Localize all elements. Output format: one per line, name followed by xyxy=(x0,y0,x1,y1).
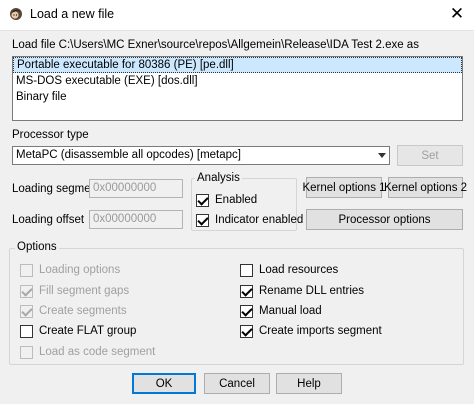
window-title: Load a new file xyxy=(30,7,115,21)
checkbox-checked-icon xyxy=(240,284,253,298)
checkbox-unchecked-icon xyxy=(20,345,33,359)
loading-offset-field[interactable]: 0x00000000 xyxy=(89,210,183,229)
load-as-code-segment-label: Load as code segment xyxy=(39,346,156,358)
create-imports-segment-checkbox[interactable]: Create imports segment xyxy=(240,323,382,339)
cancel-button[interactable]: Cancel xyxy=(204,373,270,394)
load-resources-label: Load resources xyxy=(259,264,339,276)
processor-options-button[interactable]: Processor options xyxy=(306,209,463,230)
loading-options-label: Loading options xyxy=(39,264,121,276)
loading-segment-label: Loading segment xyxy=(12,183,101,195)
manual-load-label: Manual load xyxy=(259,305,322,317)
loading-segment-field[interactable]: 0x00000000 xyxy=(89,179,183,198)
checkbox-checked-icon xyxy=(196,213,209,227)
checkbox-checked-icon xyxy=(20,284,33,298)
load-file-label: Load file C:\Users\MC Exner\source\repos… xyxy=(12,39,419,51)
checkbox-checked-icon xyxy=(240,304,253,318)
processor-type-label: Processor type xyxy=(12,129,89,141)
close-icon[interactable]: ✕ xyxy=(446,3,468,25)
checkbox-checked-icon xyxy=(240,324,253,338)
loading-options-checkbox[interactable]: Loading options xyxy=(20,262,120,278)
loading-offset-label: Loading offset xyxy=(12,214,85,226)
set-button[interactable]: Set xyxy=(397,145,463,166)
kernel-options-2-button[interactable]: Kernel options 2 xyxy=(384,177,467,198)
ok-button[interactable]: OK xyxy=(132,373,196,394)
file-format-list[interactable]: Portable executable for 80386 (PE) [pe.d… xyxy=(12,56,463,121)
options-title: Options xyxy=(15,241,59,253)
analysis-enabled-checkbox[interactable]: Enabled xyxy=(196,192,257,208)
manual-load-checkbox[interactable]: Manual load xyxy=(240,303,322,319)
analysis-title: Analysis xyxy=(195,172,242,184)
checkbox-unchecked-icon xyxy=(240,263,253,277)
create-imports-segment-label: Create imports segment xyxy=(259,325,382,337)
processor-type-select[interactable]: MetaPC (disassemble all opcodes) [metapc… xyxy=(12,146,390,165)
chevron-down-icon[interactable] xyxy=(378,153,386,158)
create-flat-group-checkbox[interactable]: Create FLAT group xyxy=(20,323,136,339)
create-segments-label: Create segments xyxy=(39,305,127,317)
analysis-enabled-label: Enabled xyxy=(215,194,258,206)
rename-dll-entries-label: Rename DLL entries xyxy=(259,285,365,297)
rename-dll-entries-checkbox[interactable]: Rename DLL entries xyxy=(240,283,364,299)
fill-segment-gaps-checkbox[interactable]: Fill segment gaps xyxy=(20,283,129,299)
processor-type-value: MetaPC (disassemble all opcodes) [metapc… xyxy=(16,149,241,161)
checkbox-unchecked-icon xyxy=(20,324,33,338)
indicator-enabled-checkbox[interactable]: Indicator enabled xyxy=(196,212,303,228)
list-item-msdos[interactable]: MS-DOS executable (EXE) [dos.dll] xyxy=(13,73,462,89)
help-button[interactable]: Help xyxy=(276,373,342,394)
create-segments-checkbox[interactable]: Create segments xyxy=(20,303,127,319)
ida-app-icon xyxy=(10,8,22,20)
fill-segment-gaps-label: Fill segment gaps xyxy=(39,285,130,297)
load-as-code-segment-checkbox[interactable]: Load as code segment xyxy=(20,344,155,360)
load-resources-checkbox[interactable]: Load resources xyxy=(240,262,338,278)
checkbox-unchecked-icon xyxy=(20,263,33,277)
create-flat-group-label: Create FLAT group xyxy=(39,325,137,337)
indicator-enabled-label: Indicator enabled xyxy=(215,214,304,226)
checkbox-checked-icon xyxy=(20,304,33,318)
kernel-options-1-button[interactable]: Kernel options 1 xyxy=(302,177,386,198)
checkbox-checked-icon xyxy=(196,193,209,207)
list-item-pe[interactable]: Portable executable for 80386 (PE) [pe.d… xyxy=(13,57,462,73)
list-item-binary[interactable]: Binary file xyxy=(13,89,462,105)
